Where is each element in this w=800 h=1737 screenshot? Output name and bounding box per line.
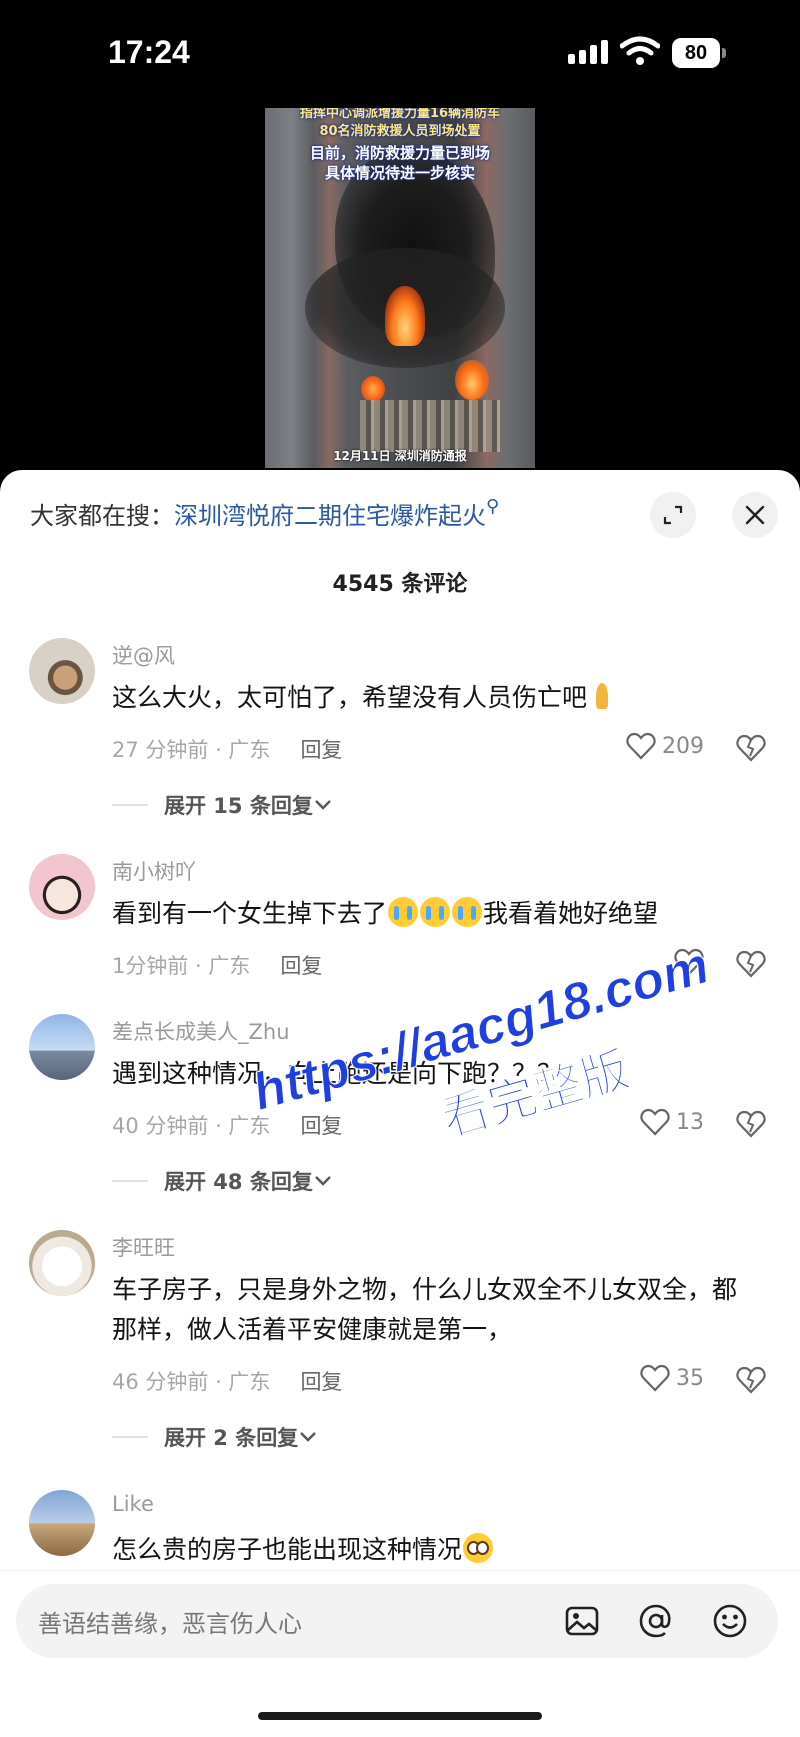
battery-icon: 80 bbox=[672, 38, 728, 68]
crying-emoji-icon bbox=[420, 897, 451, 927]
reply-button[interactable]: 回复 bbox=[300, 1370, 342, 1394]
close-icon bbox=[745, 505, 765, 525]
wifi-icon bbox=[620, 36, 660, 65]
dislike-icon[interactable] bbox=[736, 734, 766, 762]
like-count: 35 bbox=[676, 1365, 704, 1391]
chevron-down-icon bbox=[300, 1432, 317, 1442]
status-bar: 17:24 80 bbox=[0, 0, 800, 110]
crying-emoji-icon bbox=[452, 897, 483, 927]
home-indicator bbox=[258, 1712, 542, 1720]
heart-icon bbox=[626, 732, 656, 760]
comment-text: 看到有一个女生掉下去了 我看着她好绝望 bbox=[112, 897, 659, 928]
comment-text: 车子房子，只是身外之物，什么儿女双全不儿女双全，都那样，做人活着平安健康就是第一… bbox=[112, 1275, 738, 1344]
reply-button[interactable]: 回复 bbox=[300, 738, 342, 762]
at-icon[interactable] bbox=[638, 1603, 674, 1639]
video-caption: 具体情况待进一步核实 bbox=[324, 164, 475, 182]
comment-username[interactable]: Like bbox=[112, 1492, 154, 1516]
comment-username[interactable]: 逆@风 bbox=[112, 640, 175, 670]
comment-meta: 46 分钟前 · 广东 回复 bbox=[112, 1366, 342, 1396]
chevron-down-icon bbox=[315, 800, 331, 810]
comment-meta: 40 分钟前 · 广东 回复 bbox=[112, 1110, 342, 1140]
comment-time: 27 分钟前 · 广东 bbox=[112, 738, 271, 762]
signal-icon bbox=[568, 40, 608, 64]
trending-search[interactable]: 大家都在搜：深圳湾悦府二期住宅爆炸起火⚲ bbox=[30, 496, 590, 536]
heart-icon bbox=[640, 1108, 670, 1136]
like-button[interactable] bbox=[674, 948, 704, 976]
chevron-down-icon bbox=[315, 1176, 331, 1186]
emoji-icon[interactable] bbox=[712, 1603, 748, 1639]
like-count: 209 bbox=[662, 733, 704, 759]
comment-time: 46 分钟前 · 广东 bbox=[112, 1370, 271, 1394]
comment-text: 怎么贵的房子也能出现这种情况 bbox=[112, 1530, 752, 1570]
comment-meta: 1分钟前 · 广东 回复 bbox=[112, 950, 322, 980]
comment-count: 4545 条评论 bbox=[332, 572, 468, 597]
like-button[interactable]: 209 bbox=[626, 732, 704, 760]
comment-sheet: 大家都在搜：深圳湾悦府二期住宅爆炸起火⚲ 4545 条评论 逆@风 这么大火，太… bbox=[0, 470, 800, 1736]
avatar[interactable] bbox=[29, 1014, 95, 1080]
reply-button[interactable]: 回复 bbox=[280, 954, 322, 978]
comment-meta: 27 分钟前 · 广东 回复 bbox=[112, 734, 342, 764]
avatar[interactable] bbox=[29, 1490, 95, 1556]
video-date-stamp: 12月11日 深圳消防通报 bbox=[333, 449, 467, 463]
like-count: 13 bbox=[676, 1109, 704, 1135]
dislike-icon[interactable] bbox=[736, 1110, 766, 1138]
expand-replies-button[interactable]: 展开 15 条回复 bbox=[112, 790, 333, 820]
expand-icon bbox=[663, 505, 683, 525]
heart-icon bbox=[640, 1364, 670, 1392]
avatar[interactable] bbox=[29, 854, 95, 920]
comment-username[interactable]: 南小树吖 bbox=[112, 856, 196, 886]
reply-button[interactable]: 回复 bbox=[300, 1114, 342, 1138]
comment-username[interactable]: 差点长成美人_Zhu bbox=[112, 1016, 290, 1046]
image-icon[interactable] bbox=[564, 1603, 600, 1639]
comment-text: 遇到这种情况，向上跑还是向下跑？？？ bbox=[112, 1059, 563, 1088]
video-caption: 目前，消防救援力量已到场 bbox=[309, 144, 490, 162]
like-button[interactable]: 35 bbox=[640, 1364, 704, 1392]
expand-button[interactable] bbox=[650, 492, 696, 538]
video-player[interactable]: 指挥中心调派增援力量16辆消防车 80名消防救援人员到场处置 目前，消防救援力量… bbox=[265, 108, 535, 468]
dislike-icon[interactable] bbox=[736, 950, 766, 978]
battery-level: 80 bbox=[672, 38, 720, 68]
crying-emoji-icon bbox=[388, 897, 419, 927]
trending-keyword[interactable]: 深圳湾悦府二期住宅爆炸起火 bbox=[174, 502, 486, 530]
comment-time: 1分钟前 · 广东 bbox=[112, 954, 251, 978]
pray-emoji-icon bbox=[587, 681, 617, 711]
trending-label: 大家都在搜： bbox=[30, 502, 174, 530]
expand-replies-button[interactable]: 展开 2 条回复 bbox=[112, 1422, 318, 1452]
status-time: 17:24 bbox=[108, 34, 190, 70]
pleading-emoji-icon bbox=[463, 1533, 494, 1563]
avatar[interactable] bbox=[29, 1230, 95, 1296]
video-caption: 80名消防救援人员到场处置 bbox=[319, 124, 481, 139]
close-button[interactable] bbox=[732, 492, 778, 538]
avatar[interactable] bbox=[29, 638, 95, 704]
like-button[interactable]: 13 bbox=[640, 1108, 704, 1136]
dislike-icon[interactable] bbox=[736, 1366, 766, 1394]
comment-username[interactable]: 李旺旺 bbox=[112, 1232, 175, 1262]
comment-text: 这么大火，太可怕了，希望没有人员伤亡吧 bbox=[112, 678, 752, 718]
heart-icon bbox=[674, 948, 704, 976]
comment-input-placeholder: 善语结善缘，恶言伤人心 bbox=[38, 1610, 302, 1638]
comment-time: 40 分钟前 · 广东 bbox=[112, 1114, 271, 1138]
expand-replies-button[interactable]: 展开 48 条回复 bbox=[112, 1166, 333, 1196]
comment-input[interactable]: 善语结善缘，恶言伤人心 bbox=[16, 1584, 778, 1658]
search-icon: ⚲ bbox=[486, 496, 500, 517]
